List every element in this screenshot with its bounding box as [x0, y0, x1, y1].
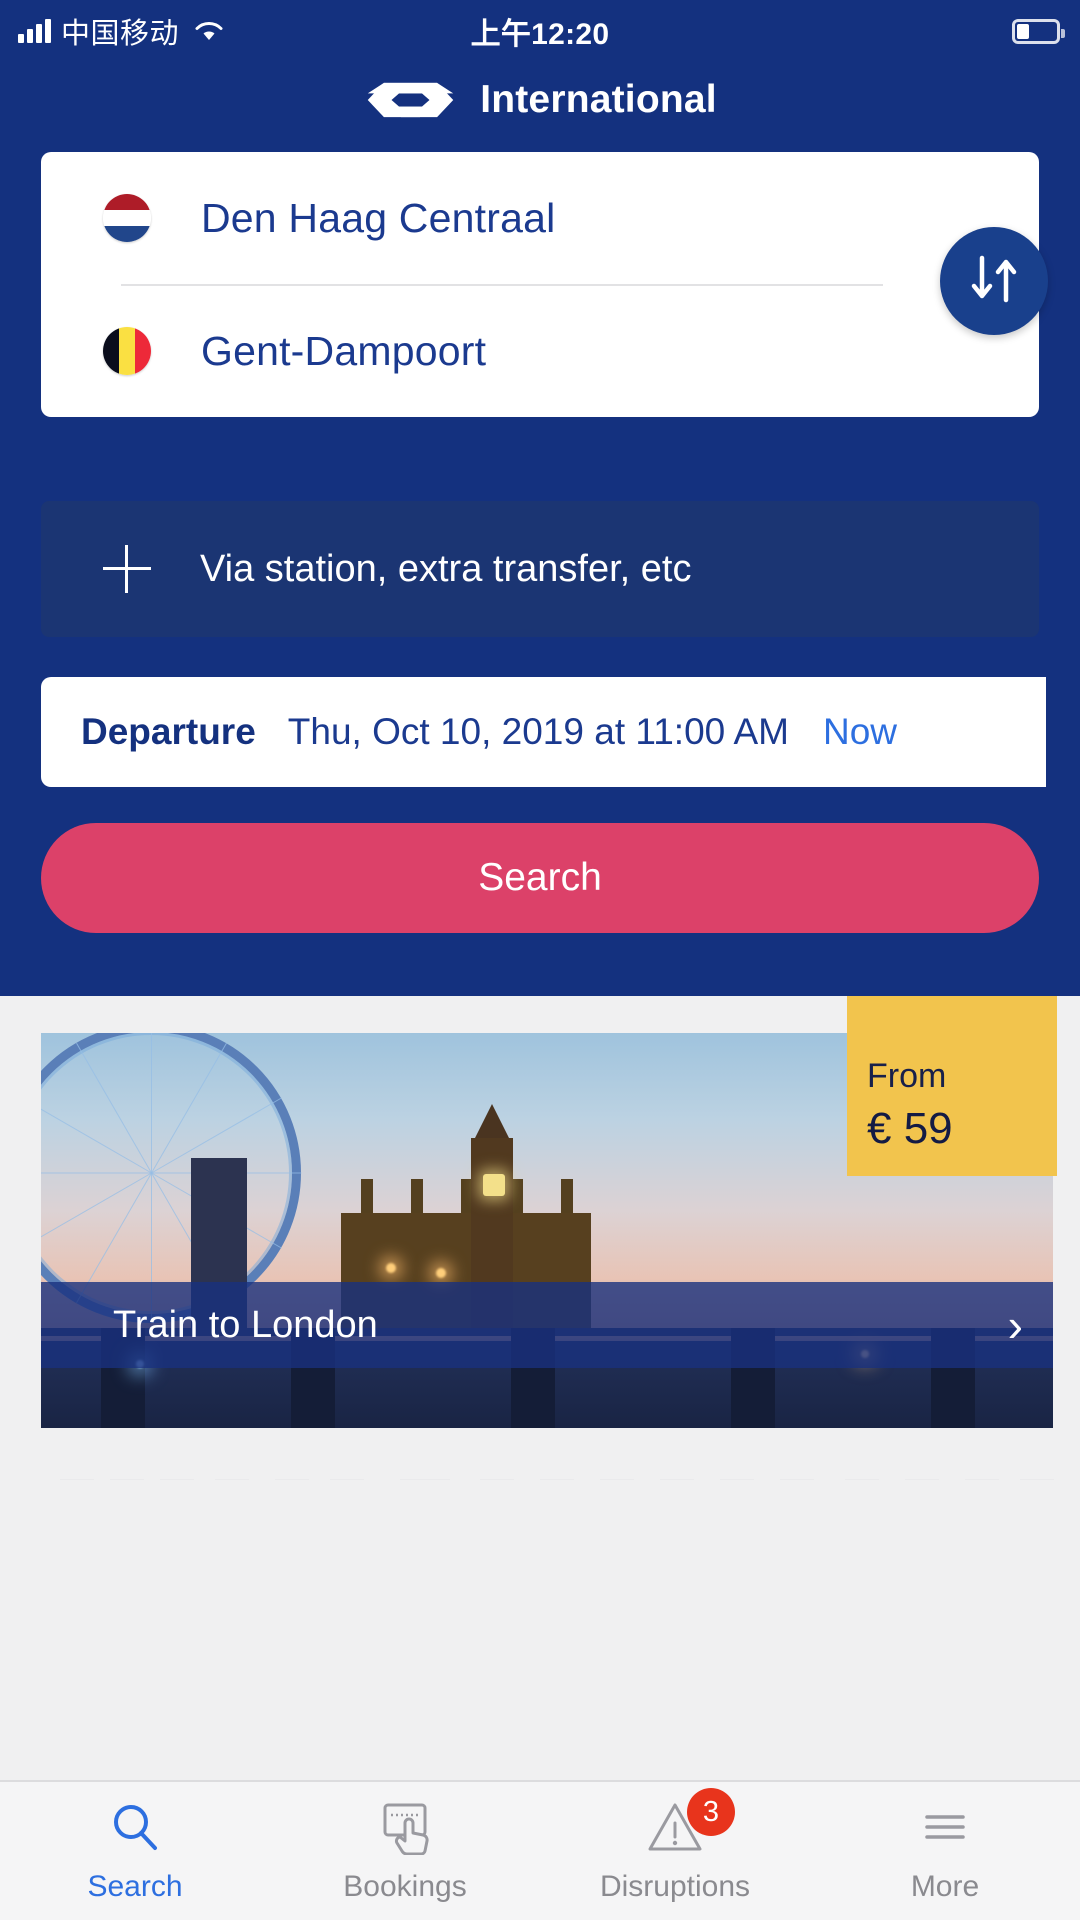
app-header: International — [0, 62, 1080, 137]
swap-arrows-icon — [963, 248, 1025, 315]
price-badge: From € 59 — [847, 996, 1057, 1176]
light-decor — [436, 1268, 446, 1278]
chevron-right-icon[interactable]: › — [1008, 1302, 1023, 1348]
swap-stations-button[interactable] — [940, 227, 1048, 335]
stations-card: Den Haag Centraal Gent-Dampoort — [41, 152, 1039, 417]
bottom-tab-bar: Search Bookings 3 Disruptions More — [0, 1780, 1080, 1920]
status-bar: 中国移动 上午12:20 — [0, 0, 1080, 62]
hamburger-menu-icon — [917, 1798, 973, 1856]
clock-face-decor — [483, 1174, 505, 1196]
bookings-icon — [375, 1798, 435, 1856]
price-value-label: € 59 — [867, 1104, 953, 1153]
price-from-label: From — [867, 1057, 947, 1095]
warning-triangle-icon: 3 — [645, 1788, 735, 1856]
light-decor — [386, 1263, 396, 1273]
tab-more-label: More — [910, 1870, 980, 1903]
journey-search-panel: Den Haag Centraal Gent-Dampoort Via stat… — [0, 137, 1080, 996]
belgium-flag-icon — [103, 327, 151, 375]
battery-icon — [1012, 18, 1065, 44]
via-station-label: Via station, extra transfer, etc — [200, 547, 692, 590]
netherlands-flag-icon — [103, 194, 151, 242]
tab-bookings[interactable]: Bookings — [270, 1782, 540, 1920]
search-button[interactable]: Search — [41, 823, 1039, 933]
london-eye-spokes-decor — [41, 1033, 302, 1323]
origin-station-label: Den Haag Centraal — [201, 194, 556, 241]
tab-more[interactable]: More — [810, 1782, 1080, 1920]
tab-bookings-label: Bookings — [343, 1870, 467, 1903]
departure-value: Thu, Oct 10, 2019 at 11:00 AM — [287, 711, 789, 752]
destination-station-field[interactable]: Gent-Dampoort — [41, 285, 1039, 417]
plus-icon — [103, 545, 151, 593]
search-icon — [107, 1798, 163, 1856]
page-title: International — [480, 77, 717, 121]
tab-disruptions[interactable]: 3 Disruptions — [540, 1782, 810, 1920]
origin-station-field[interactable]: Den Haag Centraal — [41, 152, 1039, 284]
promo-caption-bar[interactable]: Train to London › — [41, 1282, 1053, 1368]
tab-disruptions-label: Disruptions — [599, 1870, 751, 1903]
via-station-button[interactable]: Via station, extra transfer, etc — [41, 501, 1039, 637]
departure-time-field[interactable]: Departure Thu, Oct 10, 2019 at 11:00 AM … — [41, 677, 1046, 787]
destination-station-label: Gent-Dampoort — [201, 327, 487, 374]
promo-section: Train to London › From € 59 — [0, 996, 1080, 1479]
promo-caption-label: Train to London — [113, 1303, 378, 1346]
tab-search[interactable]: Search — [0, 1782, 270, 1920]
now-link[interactable]: Now — [823, 711, 897, 753]
departure-label: Departure — [81, 711, 256, 752]
search-button-label: Search — [478, 856, 602, 899]
ns-logo-icon — [363, 79, 458, 121]
app-screen: 中国移动 上午12:20 International Den Haag Cent… — [0, 0, 1080, 1920]
disruptions-badge: 3 — [687, 1788, 735, 1836]
clock-label: 上午12:20 — [470, 18, 610, 51]
tab-search-label: Search — [87, 1870, 183, 1903]
